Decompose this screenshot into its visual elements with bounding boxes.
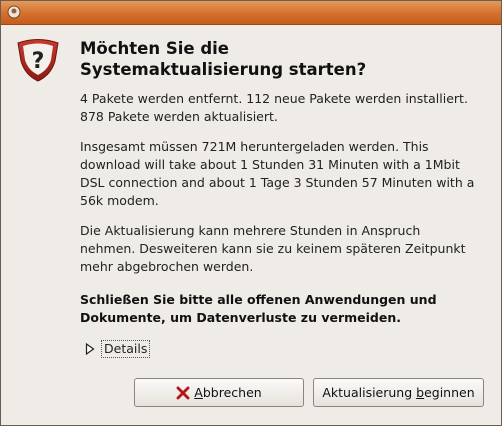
- packages-summary: 4 Pakete werden entfernt. 112 neue Paket…: [80, 90, 485, 126]
- text-line: Schließen Sie bitte alle offenen Anwendu…: [80, 292, 437, 307]
- close-apps-warning: Schließen Sie bitte alle offenen Anwendu…: [80, 291, 485, 327]
- download-summary: Insgesamt müssen 721M heruntergeladen we…: [80, 138, 485, 210]
- svg-text:?: ?: [32, 49, 45, 74]
- details-expander[interactable]: Details: [85, 339, 151, 359]
- text-line: nehmen. Desweiteren kann sie zu keinem s…: [80, 241, 466, 256]
- cancel-label: Abbrechen: [194, 385, 262, 400]
- text-line: Dokumente, um Datenverluste zu vermeiden…: [80, 310, 401, 325]
- text-line: download will take about 1 Stunden 31 Mi…: [80, 157, 460, 172]
- dialog-window: ? Möchten Sie die Systemaktualisierung s…: [0, 0, 502, 426]
- text-line: Die Aktualisierung kann mehrere Stunden …: [80, 223, 421, 238]
- text-line: 56k modem.: [80, 193, 159, 208]
- dialog-content: ? Möchten Sie die Systemaktualisierung s…: [1, 25, 501, 425]
- text-line: 878 Pakete werden aktualisiert.: [80, 109, 278, 124]
- details-label: Details: [101, 340, 151, 358]
- start-label: Aktualisierung beginnen: [322, 385, 475, 400]
- app-icon: [7, 5, 21, 19]
- close-x-icon: [176, 386, 190, 399]
- text-line: mehr abgebrochen werden.: [80, 259, 254, 274]
- text-line: Insgesamt müssen 721M heruntergeladen we…: [80, 139, 429, 154]
- start-upgrade-button[interactable]: Aktualisierung beginnen: [313, 378, 484, 407]
- duration-warning: Die Aktualisierung kann mehrere Stunden …: [80, 222, 485, 276]
- title-bar[interactable]: [1, 1, 501, 25]
- text-line: 4 Pakete werden entfernt. 112 neue Paket…: [80, 91, 468, 106]
- dialog-heading: Möchten Sie die Systemaktualisierung sta…: [80, 38, 480, 80]
- question-icon: ?: [17, 39, 59, 82]
- expander-triangle-icon: [85, 343, 95, 355]
- text-line: DSL connection and about 1 Tage 3 Stunde…: [80, 175, 475, 190]
- heading-line: Möchten Sie die: [80, 39, 229, 58]
- cancel-button[interactable]: Abbrechen: [134, 378, 304, 407]
- heading-line: Systemaktualisierung starten?: [80, 60, 367, 79]
